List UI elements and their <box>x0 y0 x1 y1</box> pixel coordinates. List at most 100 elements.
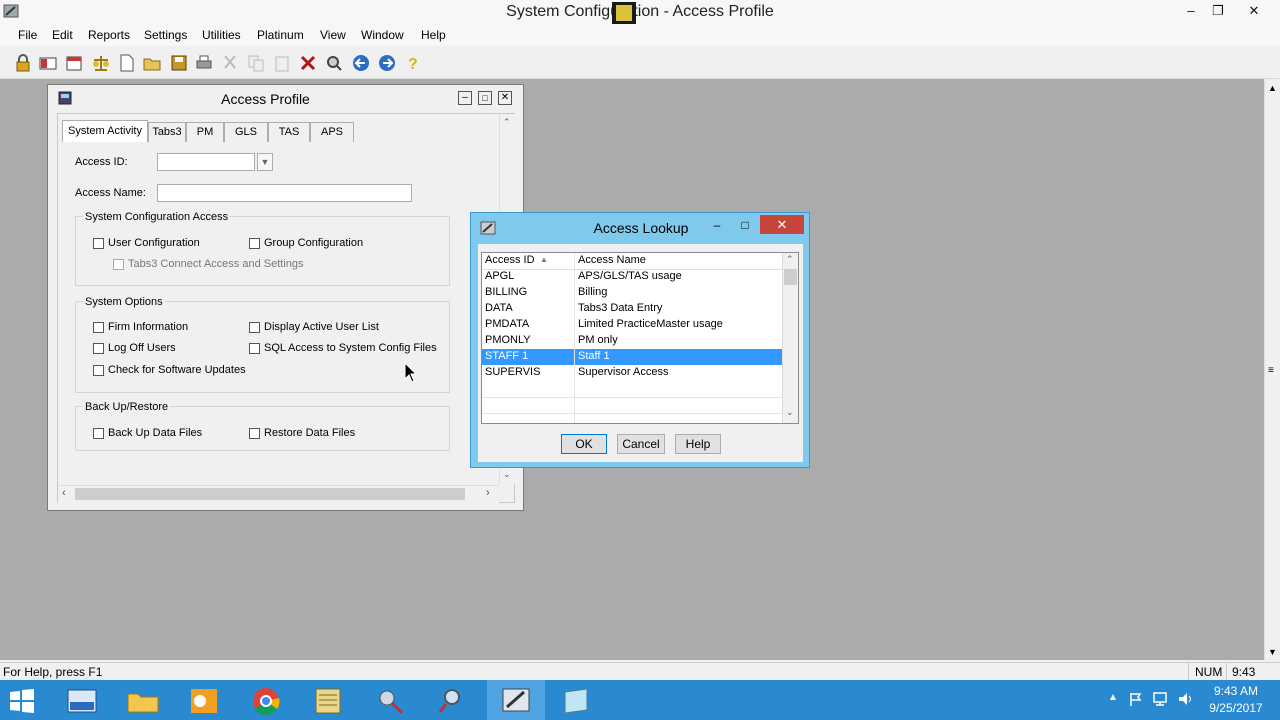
user-configuration-checkbox[interactable] <box>93 238 104 249</box>
table-row[interactable]: PMONLY PM only <box>482 333 782 349</box>
grid-scrollbar[interactable]: ⌃ ⌄ <box>782 253 798 423</box>
child-scroll-up-icon[interactable]: ⌃ <box>503 117 511 128</box>
table-row[interactable]: PMDATA Limited PracticeMaster usage <box>482 317 782 333</box>
folder-taskbar-icon[interactable] <box>120 684 166 718</box>
show-hidden-icons-icon[interactable]: ▲ <box>1108 692 1118 703</box>
cancel-button[interactable]: Cancel <box>617 434 665 454</box>
scroll-up-icon[interactable]: ▲ <box>1268 83 1277 93</box>
find-icon[interactable] <box>325 54 343 72</box>
help-icon[interactable]: ? <box>404 54 422 72</box>
table-row[interactable]: DATA Tabs3 Data Entry <box>482 301 782 317</box>
tab-tas[interactable]: TAS <box>268 122 310 142</box>
notepad-taskbar-icon[interactable] <box>305 684 351 718</box>
tool-taskbar-icon[interactable] <box>368 684 414 718</box>
flag-icon[interactable] <box>1128 691 1144 707</box>
display-active-user-list-checkbox[interactable] <box>249 322 260 333</box>
table-row-selected[interactable]: STAFF 1 Staff 1 <box>482 349 782 365</box>
aid-icon[interactable] <box>39 54 57 72</box>
child-close-button[interactable]: ✕ <box>498 91 512 105</box>
col-header-access-id[interactable]: Access ID <box>485 254 535 266</box>
backup-data-files-checkbox[interactable] <box>93 428 104 439</box>
access-id-dropdown-button[interactable]: ▼ <box>257 153 273 171</box>
open-folder-icon[interactable] <box>143 54 161 72</box>
copy-icon[interactable] <box>247 54 265 72</box>
access-id-input[interactable] <box>157 153 255 171</box>
check-software-updates-checkbox[interactable] <box>93 365 104 376</box>
help-button[interactable]: Help <box>675 434 721 454</box>
row-access-name: PM only <box>578 334 618 346</box>
new-document-icon[interactable] <box>118 54 136 72</box>
close-button[interactable]: ✕ <box>1243 2 1265 20</box>
access-name-input[interactable] <box>157 184 412 202</box>
scroll-down-icon[interactable]: ▼ <box>1268 647 1277 657</box>
child-scroll-right-icon[interactable]: › <box>486 487 490 499</box>
delete-icon[interactable] <box>299 54 317 72</box>
restore-data-files-checkbox[interactable] <box>249 428 260 439</box>
app-taskbar-icon[interactable] <box>553 684 599 718</box>
tab-tabs3[interactable]: Tabs3 <box>148 122 186 142</box>
scales-icon[interactable] <box>92 54 110 72</box>
minimize-button[interactable]: – <box>1180 2 1202 20</box>
group-configuration-checkbox[interactable] <box>249 238 260 249</box>
toolbar: ? <box>0 48 1280 79</box>
tab-pm[interactable]: PM <box>186 122 224 142</box>
menu-reports[interactable]: Reports <box>88 28 130 42</box>
file-explorer-taskbar-icon[interactable] <box>60 684 106 718</box>
print-icon[interactable] <box>195 54 213 72</box>
dialog-close-button[interactable]: ✕ <box>760 215 804 234</box>
menu-help[interactable]: Help <box>421 28 446 42</box>
table-row[interactable]: APGL APS/GLS/TAS usage <box>482 269 782 285</box>
menu-platinum[interactable]: Platinum <box>257 28 304 42</box>
menu-settings[interactable]: Settings <box>144 28 187 42</box>
cut-icon[interactable] <box>221 54 239 72</box>
windows-start-icon[interactable] <box>8 688 36 714</box>
grid-scroll-down-icon[interactable]: ⌄ <box>786 407 794 418</box>
status-bar: For Help, press F1 NUM 9:43 <box>0 662 1280 681</box>
taskbar-clock[interactable]: 9:43 AM 9/25/2017 <box>1200 684 1272 715</box>
volume-icon[interactable] <box>1177 691 1195 707</box>
search-tool-taskbar-icon[interactable] <box>430 684 476 718</box>
workspace-scrollbar[interactable]: ▲ ≡ ▼ <box>1264 79 1280 660</box>
lock-icon[interactable] <box>14 54 32 72</box>
tabs3-connect-checkbox[interactable] <box>113 259 124 270</box>
child-minimize-button[interactable]: – <box>458 91 472 105</box>
access-profile-window: Access Profile – □ ✕ System Activity Tab… <box>47 84 524 511</box>
ok-button[interactable]: OK <box>561 434 607 454</box>
menu-view[interactable]: View <box>320 28 346 42</box>
calendar-icon[interactable] <box>65 54 83 72</box>
menu-file[interactable]: File <box>18 28 37 42</box>
network-icon[interactable] <box>1152 691 1170 707</box>
col-header-access-name[interactable]: Access Name <box>578 254 646 266</box>
table-row[interactable]: SUPERVIS Supervisor Access <box>482 365 782 381</box>
back-arrow-icon[interactable] <box>352 54 370 72</box>
child-horizontal-scrollbar[interactable]: ‹ › <box>58 485 499 503</box>
sql-access-label: SQL Access to System Config Files <box>264 342 437 354</box>
child-scroll-down-icon[interactable]: ⌄ <box>503 469 511 480</box>
child-horizontal-thumb[interactable] <box>75 488 465 500</box>
outlook-taskbar-icon[interactable] <box>181 684 227 718</box>
dialog-maximize-button[interactable]: □ <box>734 216 756 234</box>
table-row[interactable]: BILLING Billing <box>482 285 782 301</box>
firm-information-checkbox[interactable] <box>93 322 104 333</box>
active-app-taskbar-button[interactable] <box>487 680 545 720</box>
save-icon[interactable] <box>170 54 188 72</box>
menu-utilities[interactable]: Utilities <box>202 28 241 42</box>
chrome-taskbar-icon[interactable] <box>243 684 289 718</box>
child-window-title: Access Profile <box>221 91 310 107</box>
grid-scroll-up-icon[interactable]: ⌃ <box>786 254 794 265</box>
scroll-grip-icon[interactable]: ≡ <box>1268 365 1274 376</box>
menu-edit[interactable]: Edit <box>52 28 73 42</box>
forward-arrow-icon[interactable] <box>378 54 396 72</box>
child-maximize-button[interactable]: □ <box>478 91 492 105</box>
grid-scroll-thumb[interactable] <box>784 269 797 285</box>
menu-window[interactable]: Window <box>361 28 404 42</box>
paste-icon[interactable] <box>273 54 291 72</box>
log-off-users-checkbox[interactable] <box>93 343 104 354</box>
child-scroll-left-icon[interactable]: ‹ <box>62 487 66 499</box>
tab-aps[interactable]: APS <box>310 122 354 142</box>
restore-button[interactable]: ❐ <box>1207 2 1229 20</box>
tab-gls[interactable]: GLS <box>224 122 268 142</box>
tab-system-activity[interactable]: System Activity <box>62 120 148 142</box>
dialog-minimize-button[interactable]: – <box>706 216 728 234</box>
sql-access-checkbox[interactable] <box>249 343 260 354</box>
